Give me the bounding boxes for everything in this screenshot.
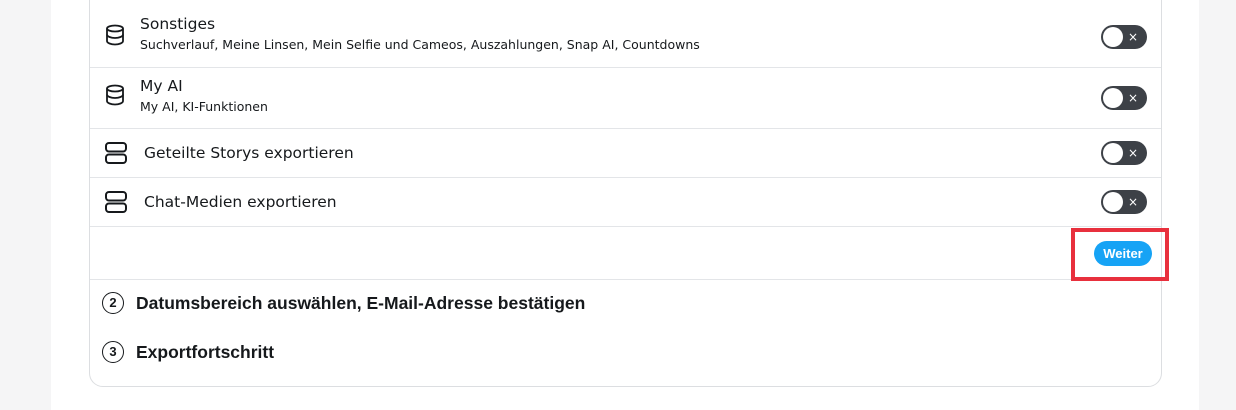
option-title: Chat-Medien exportieren [144, 193, 337, 211]
option-subtitle: Suchverlauf, Meine Linsen, Mein Selfie u… [140, 37, 700, 52]
step-title: Exportfortschritt [136, 341, 275, 362]
close-icon: × [1127, 195, 1138, 209]
database-icon [104, 24, 126, 46]
option-subtitle: My AI, KI-Funktionen [140, 99, 268, 114]
option-title: Geteilte Storys exportieren [144, 144, 354, 162]
step-number: 2 [102, 292, 124, 314]
option-title: Sonstiges [140, 15, 216, 33]
toggle-sonstiges[interactable]: × [1101, 25, 1147, 49]
option-row-shared-stories: Geteilte Storys exportieren × [90, 129, 1161, 178]
step-number: 3 [102, 341, 124, 363]
toggle-shared-stories[interactable]: × [1101, 141, 1147, 165]
step-title: Datumsbereich auswählen, E-Mail-Adresse … [136, 292, 586, 313]
option-row-sonstiges: Sonstiges Suchverlauf, Meine Linsen, Mei… [90, 6, 1161, 68]
option-title: My AI [140, 77, 183, 95]
toggle-knob [1103, 192, 1123, 212]
actions-row [90, 227, 1161, 280]
close-icon: × [1127, 91, 1138, 105]
step-2[interactable]: 2 Datumsbereich auswählen, E-Mail-Adress… [102, 292, 585, 314]
close-icon: × [1127, 146, 1138, 160]
toggle-knob [1103, 143, 1123, 163]
next-button[interactable]: Weiter [1094, 241, 1152, 266]
database-icon [104, 84, 126, 106]
toggle-knob [1103, 27, 1123, 47]
toggle-my-ai[interactable]: × [1101, 86, 1147, 110]
toggle-chat-media[interactable]: × [1101, 190, 1147, 214]
option-row-chat-media: Chat-Medien exportieren × [90, 178, 1161, 227]
step-3[interactable]: 3 Exportfortschritt [102, 341, 274, 363]
server-icon [104, 190, 128, 214]
toggle-knob [1103, 88, 1123, 108]
server-icon [104, 141, 128, 165]
close-icon: × [1127, 30, 1138, 44]
option-row-my-ai: My AI My AI, KI-Funktionen × [90, 68, 1161, 129]
